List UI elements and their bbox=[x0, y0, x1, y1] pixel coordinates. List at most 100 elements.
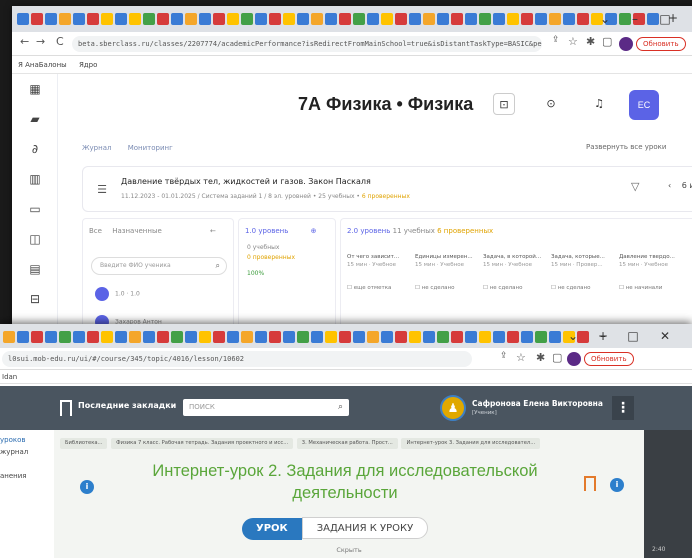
tab-favicon[interactable] bbox=[59, 331, 71, 343]
add-icon[interactable]: ⊕ bbox=[311, 227, 317, 235]
tab-favicon[interactable] bbox=[45, 331, 57, 343]
school-icon[interactable]: ◫ bbox=[12, 224, 58, 254]
back-arrow-icon[interactable]: ← bbox=[210, 227, 216, 235]
tab-favicon[interactable] bbox=[87, 13, 99, 25]
profile-avatar[interactable] bbox=[619, 37, 633, 51]
bookmark-item[interactable]: Я АнаБалоны bbox=[18, 61, 67, 69]
tab-favicon[interactable] bbox=[171, 331, 183, 343]
bookmark-lesson-icon[interactable] bbox=[584, 476, 596, 491]
tab-favicon[interactable] bbox=[213, 331, 225, 343]
menu-item-saved[interactable]: анения bbox=[0, 462, 54, 482]
bookmark-icon[interactable] bbox=[60, 400, 72, 416]
tab-search-button[interactable]: ⌄ bbox=[556, 324, 590, 348]
url-input[interactable]: l0sui.mob-edu.ru/ui/#/course/345/topic/4… bbox=[2, 351, 472, 367]
minimize-button[interactable]: – bbox=[618, 6, 652, 32]
tab-favicon[interactable] bbox=[395, 13, 407, 25]
tab-favicon[interactable] bbox=[353, 13, 365, 25]
tab-favicon[interactable] bbox=[339, 13, 351, 25]
profile-update-button[interactable]: Обновить bbox=[584, 352, 634, 366]
tab-favicon[interactable] bbox=[59, 13, 71, 25]
tab-favicon[interactable] bbox=[255, 13, 267, 25]
share-icon[interactable]: ⇪ bbox=[500, 351, 508, 361]
tab-favicon[interactable] bbox=[185, 13, 197, 25]
close-button[interactable]: ✕ bbox=[648, 324, 682, 348]
star-icon[interactable]: ☆ bbox=[568, 35, 578, 48]
tab-favicon[interactable] bbox=[227, 13, 239, 25]
checkbox-icon[interactable]: ☐ bbox=[551, 285, 558, 291]
menu-item-journal[interactable]: журнал bbox=[0, 446, 54, 458]
tab-favicon[interactable] bbox=[297, 13, 309, 25]
tab-favicon[interactable] bbox=[437, 13, 449, 25]
tab-favicon[interactable] bbox=[381, 13, 393, 25]
tab-favicon[interactable] bbox=[73, 331, 85, 343]
tab-favicon[interactable] bbox=[269, 331, 281, 343]
tab-favicon[interactable] bbox=[73, 13, 85, 25]
tab-favicon[interactable] bbox=[129, 331, 141, 343]
tab-search-button[interactable]: ⌄ bbox=[588, 6, 622, 32]
info-icon[interactable]: i bbox=[610, 478, 624, 492]
tab-favicon[interactable] bbox=[563, 13, 575, 25]
tab-journal[interactable]: Журнал bbox=[82, 144, 111, 152]
tab-favicon[interactable] bbox=[143, 331, 155, 343]
tab-favicon[interactable] bbox=[17, 331, 29, 343]
breadcrumb-item[interactable]: Интернет-урок 3. Задания для исследовате… bbox=[401, 438, 541, 449]
task-status[interactable]: ☐ не сделано bbox=[415, 285, 454, 291]
collapse-icon[interactable]: ☰ bbox=[93, 181, 111, 199]
task-header[interactable]: Задача, которые... 15 мин · Провер... bbox=[551, 253, 609, 269]
tab-favicon[interactable] bbox=[3, 331, 15, 343]
student-search-input[interactable]: Введите ФИО ученика ⌕ bbox=[91, 257, 227, 275]
sidebar-icon[interactable]: ▢ bbox=[552, 351, 562, 364]
tab-favicon[interactable] bbox=[409, 13, 421, 25]
tab-favicon[interactable] bbox=[311, 331, 323, 343]
tab-favicon[interactable] bbox=[493, 13, 505, 25]
tab-favicon[interactable] bbox=[535, 13, 547, 25]
bookmark-item[interactable]: Idan bbox=[2, 373, 17, 381]
info-icon[interactable]: i bbox=[80, 480, 94, 494]
share-icon[interactable]: ⇪ bbox=[552, 35, 560, 45]
tab-favicon[interactable] bbox=[381, 331, 393, 343]
tab-favicon[interactable] bbox=[451, 13, 463, 25]
tab-favicon[interactable] bbox=[479, 13, 491, 25]
tab-favicon[interactable] bbox=[157, 331, 169, 343]
breadcrumb-item[interactable]: Физика 7 класс. Рабочая тетрадь. Задания… bbox=[111, 438, 294, 449]
breadcrumb-item[interactable]: 3. Механическая работа. Прост... bbox=[296, 438, 398, 449]
breadcrumb-item[interactable]: Библиотека... bbox=[60, 438, 108, 449]
tab-favicon[interactable] bbox=[199, 331, 211, 343]
sidebar-icon[interactable]: ▢ bbox=[602, 35, 612, 48]
tab-favicon[interactable] bbox=[241, 331, 253, 343]
user-avatar[interactable]: ЕС bbox=[629, 90, 659, 120]
task-header[interactable]: От чего зависит... 15 мин · Учебное bbox=[347, 253, 405, 269]
checkbox-icon[interactable]: ☐ bbox=[347, 285, 354, 291]
tab-favicon[interactable] bbox=[17, 13, 29, 25]
tab-favicon[interactable] bbox=[227, 331, 239, 343]
tab-favicon[interactable] bbox=[465, 331, 477, 343]
tab-favicon[interactable] bbox=[409, 331, 421, 343]
tab-favicon[interactable] bbox=[325, 13, 337, 25]
book-icon[interactable]: ▰ bbox=[12, 104, 58, 134]
recent-bookmarks-link[interactable]: Последние закладки bbox=[78, 401, 176, 410]
menu-item-lessons[interactable]: уроков bbox=[0, 430, 54, 446]
tab-favicon[interactable] bbox=[451, 331, 463, 343]
task-status[interactable]: ☐ не сделано bbox=[551, 285, 590, 291]
filter-icon[interactable]: ▽ bbox=[631, 180, 639, 193]
tab-favicon[interactable] bbox=[213, 13, 225, 25]
grid-icon[interactable]: ▦ bbox=[12, 74, 58, 104]
user-icon[interactable]: ♟ bbox=[440, 395, 466, 421]
tab-favicon[interactable] bbox=[297, 331, 309, 343]
tab-favicon[interactable] bbox=[493, 331, 505, 343]
profile-avatar[interactable] bbox=[567, 352, 581, 366]
tab-favicon[interactable] bbox=[521, 13, 533, 25]
prev-page-icon[interactable]: ‹ bbox=[668, 181, 671, 190]
tab-favicon[interactable] bbox=[311, 13, 323, 25]
tab-favicon[interactable] bbox=[241, 13, 253, 25]
tab-favicon[interactable] bbox=[423, 13, 435, 25]
calendar-icon[interactable]: ▭ bbox=[12, 194, 58, 224]
filter-all[interactable]: Все bbox=[89, 227, 102, 235]
hide-link[interactable]: Скрыть bbox=[54, 546, 644, 554]
tab-favicon[interactable] bbox=[521, 331, 533, 343]
tab-favicon[interactable] bbox=[283, 13, 295, 25]
tab-favicon[interactable] bbox=[31, 13, 43, 25]
menu-kebab-icon[interactable]: ⋮ bbox=[612, 396, 634, 420]
extensions-icon[interactable]: ✱ bbox=[536, 351, 545, 364]
tab-favicon[interactable] bbox=[31, 331, 43, 343]
